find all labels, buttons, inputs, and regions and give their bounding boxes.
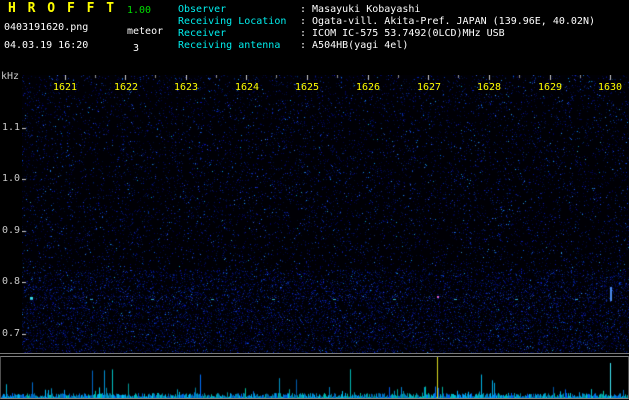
time-tick-label: 1622 (114, 82, 139, 93)
info-separator: : (300, 16, 307, 27)
time-tick-label: 1628 (477, 82, 502, 93)
freq-tick-label: 0.9 (2, 225, 21, 236)
freq-tick-label: 1.0 (2, 173, 21, 184)
info-label: Observer (178, 4, 227, 15)
info-label: Receiving Location (178, 16, 287, 27)
info-value: ICOM IC-575 53.7492(0LCD)MHz USB (312, 28, 505, 39)
time-tick-label: 1625 (295, 82, 320, 93)
time-tick-label: 1630 (598, 82, 623, 93)
info-separator: : (300, 40, 307, 51)
time-tick-label: 1624 (235, 82, 260, 93)
info-separator: : (300, 4, 307, 15)
info-label: Receiving antenna (178, 40, 281, 51)
freq-tick-label: 0.8 (2, 276, 21, 287)
info-row-receiver: Receiver: ICOM IC-575 53.7492(0LCD)MHz US… (178, 28, 505, 40)
freq-axis-unit: kHz (1, 71, 20, 82)
time-tick-label: 1627 (417, 82, 442, 93)
output-filename: 0403191620.png (4, 22, 89, 33)
time-tick-label: 1621 (53, 82, 78, 93)
info-value: A504HB(yagi 4el) (312, 40, 409, 51)
app-version: 1.00 (127, 5, 152, 16)
datetime-label: 04.03.19 16:20 (4, 40, 89, 51)
info-value: Masayuki Kobayashi (312, 4, 421, 15)
app-title: H R O F F T (8, 1, 117, 16)
mode-label: meteor (127, 26, 164, 37)
info-separator: : (300, 28, 307, 39)
freq-tick-label: 0.7 (2, 328, 21, 339)
signal-level-strip (0, 356, 629, 399)
time-tick-label: 1626 (356, 82, 381, 93)
spectrogram-bottom-axis (0, 353, 629, 354)
signal-strip-canvas (1, 357, 628, 398)
time-tick-label: 1623 (174, 82, 199, 93)
meteor-count: 3 (133, 43, 140, 54)
info-value: Ogata-vill. Akita-Pref. JAPAN (139.96E, … (312, 16, 595, 27)
info-row-antenna: Receiving antenna: A504HB(yagi 4el) (178, 40, 408, 52)
info-row-observer: Observer: Masayuki Kobayashi (178, 4, 420, 16)
time-tick-label: 1629 (538, 82, 563, 93)
info-label: Receiver (178, 28, 227, 39)
freq-tick-label: 1.1 (2, 122, 21, 133)
hrofft-window: H R O F F T 1.00 0403191620.png meteor 0… (0, 0, 629, 400)
info-row-location: Receiving Location: Ogata-vill. Akita-Pre… (178, 16, 595, 28)
spectrogram-canvas (22, 75, 629, 353)
